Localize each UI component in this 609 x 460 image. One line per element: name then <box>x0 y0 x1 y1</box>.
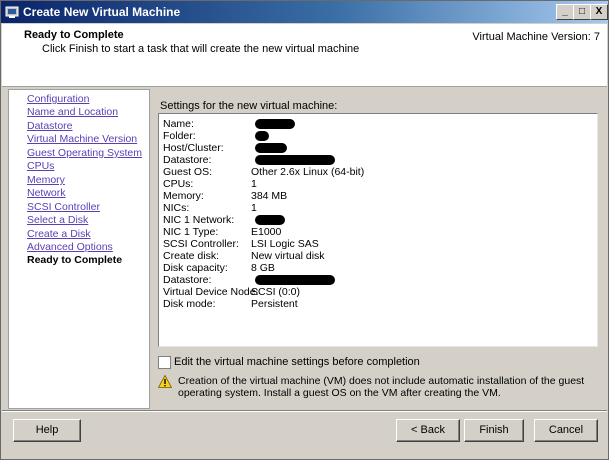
step-scsi-controller[interactable]: SCSI Controller <box>27 201 100 213</box>
wizard-steps-nav: Configuration Name and Location Datastor… <box>8 89 150 409</box>
vm-icon <box>5 6 19 18</box>
step-vm-version[interactable]: Virtual Machine Version <box>27 133 137 145</box>
redaction-mark <box>255 119 295 129</box>
wizard-window: Create New Virtual Machine _ □ X Ready t… <box>0 0 609 460</box>
page-title: Ready to Complete <box>24 29 124 41</box>
warning-message: Creation of the virtual machine (VM) doe… <box>178 375 585 399</box>
step-network[interactable]: Network <box>27 187 66 199</box>
back-button[interactable]: < Back <box>396 419 460 442</box>
redaction-mark <box>255 143 287 153</box>
step-name-and-location[interactable]: Name and Location <box>27 106 118 118</box>
step-advanced-options[interactable]: Advanced Options <box>27 241 113 253</box>
warning-icon <box>158 375 172 388</box>
edit-settings-label[interactable]: Edit the virtual machine settings before… <box>174 356 420 368</box>
footer-divider <box>2 410 607 412</box>
cancel-button[interactable]: Cancel <box>534 419 598 442</box>
window-title: Create New Virtual Machine <box>23 5 181 19</box>
redaction-mark <box>255 275 335 285</box>
step-ready-to-complete: Ready to Complete <box>27 254 123 266</box>
step-memory[interactable]: Memory <box>27 174 65 186</box>
finish-button[interactable]: Finish <box>464 419 524 442</box>
page-subtitle: Click Finish to start a task that will c… <box>42 43 360 55</box>
title-bar[interactable]: Create New Virtual Machine _ □ X <box>1 1 608 23</box>
help-button[interactable]: Help <box>13 419 81 442</box>
step-create-disk[interactable]: Create a Disk <box>27 228 91 240</box>
step-datastore[interactable]: Datastore <box>27 120 73 132</box>
redaction-mark <box>255 155 335 165</box>
settings-heading: Settings for the new virtual machine: <box>160 100 338 112</box>
step-guest-os[interactable]: Guest Operating System <box>27 147 142 159</box>
redaction-mark <box>255 131 269 141</box>
settings-summary: Name: Folder: Host/Cluster: Datastore: G… <box>158 113 598 347</box>
vm-version-label: Virtual Machine Version: 7 <box>472 31 600 43</box>
wizard-header: Ready to Complete Click Finish to start … <box>2 24 607 87</box>
step-cpus[interactable]: CPUs <box>27 160 54 172</box>
edit-settings-checkbox[interactable] <box>158 356 171 369</box>
maximize-button[interactable]: □ <box>573 4 591 20</box>
minimize-button[interactable]: _ <box>556 4 574 20</box>
step-configuration[interactable]: Configuration <box>27 93 89 105</box>
redaction-mark <box>255 215 285 225</box>
close-button[interactable]: X <box>590 4 608 20</box>
step-select-disk[interactable]: Select a Disk <box>27 214 88 226</box>
